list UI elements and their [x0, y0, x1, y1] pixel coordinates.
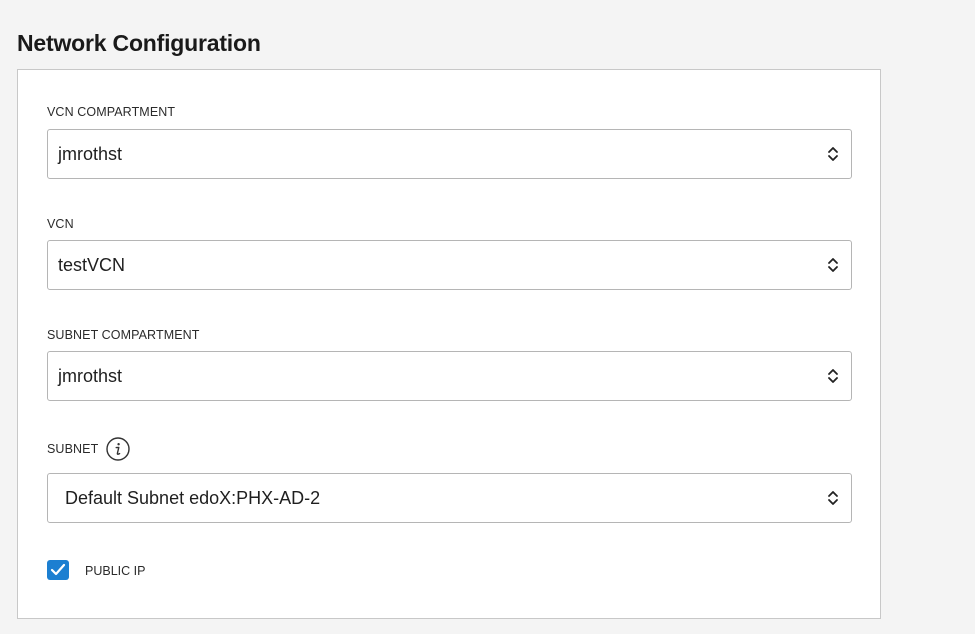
public-ip-label[interactable]: PUBLIC IP	[85, 564, 145, 578]
vcn-compartment-label: VCN COMPARTMENT	[47, 105, 175, 119]
subnet-compartment-value: jmrothst	[58, 365, 123, 386]
subnet-value: Default Subnet edoX:PHX-AD-2	[65, 487, 321, 508]
subnet-compartment-label: SUBNET COMPARTMENT	[47, 328, 200, 342]
vcn-label-text: VCN	[47, 217, 74, 231]
chevron-updown-icon	[828, 491, 838, 505]
vcn-label: VCN	[47, 217, 74, 231]
subnet-compartment-select[interactable]: jmrothst	[47, 351, 852, 401]
public-ip-checkbox[interactable]	[47, 560, 69, 580]
section-title: Network Configuration	[17, 30, 261, 56]
chevron-updown-icon	[828, 369, 838, 383]
vcn-select[interactable]: testVCN	[47, 240, 852, 290]
vcn-compartment-value: jmrothst	[58, 143, 123, 164]
vcn-compartment-select[interactable]: jmrothst	[47, 129, 852, 179]
checkmark-icon	[50, 563, 66, 576]
chevron-updown-icon	[828, 258, 838, 272]
subnet-compartment-label-text: SUBNET COMPARTMENT	[47, 328, 200, 342]
vcn-compartment-label-text: VCN COMPARTMENT	[47, 105, 176, 119]
subnet-label-text: SUBNET	[47, 442, 99, 456]
network-configuration-panel: VCN COMPARTMENT jmrothst VCN testVCN SUB…	[17, 69, 881, 619]
vcn-value: testVCN	[58, 254, 126, 275]
info-icon[interactable]	[106, 437, 131, 461]
subnet-label: SUBNET	[47, 437, 131, 461]
subnet-select[interactable]: Default Subnet edoX:PHX-AD-2	[47, 473, 852, 523]
chevron-updown-icon	[828, 147, 838, 161]
